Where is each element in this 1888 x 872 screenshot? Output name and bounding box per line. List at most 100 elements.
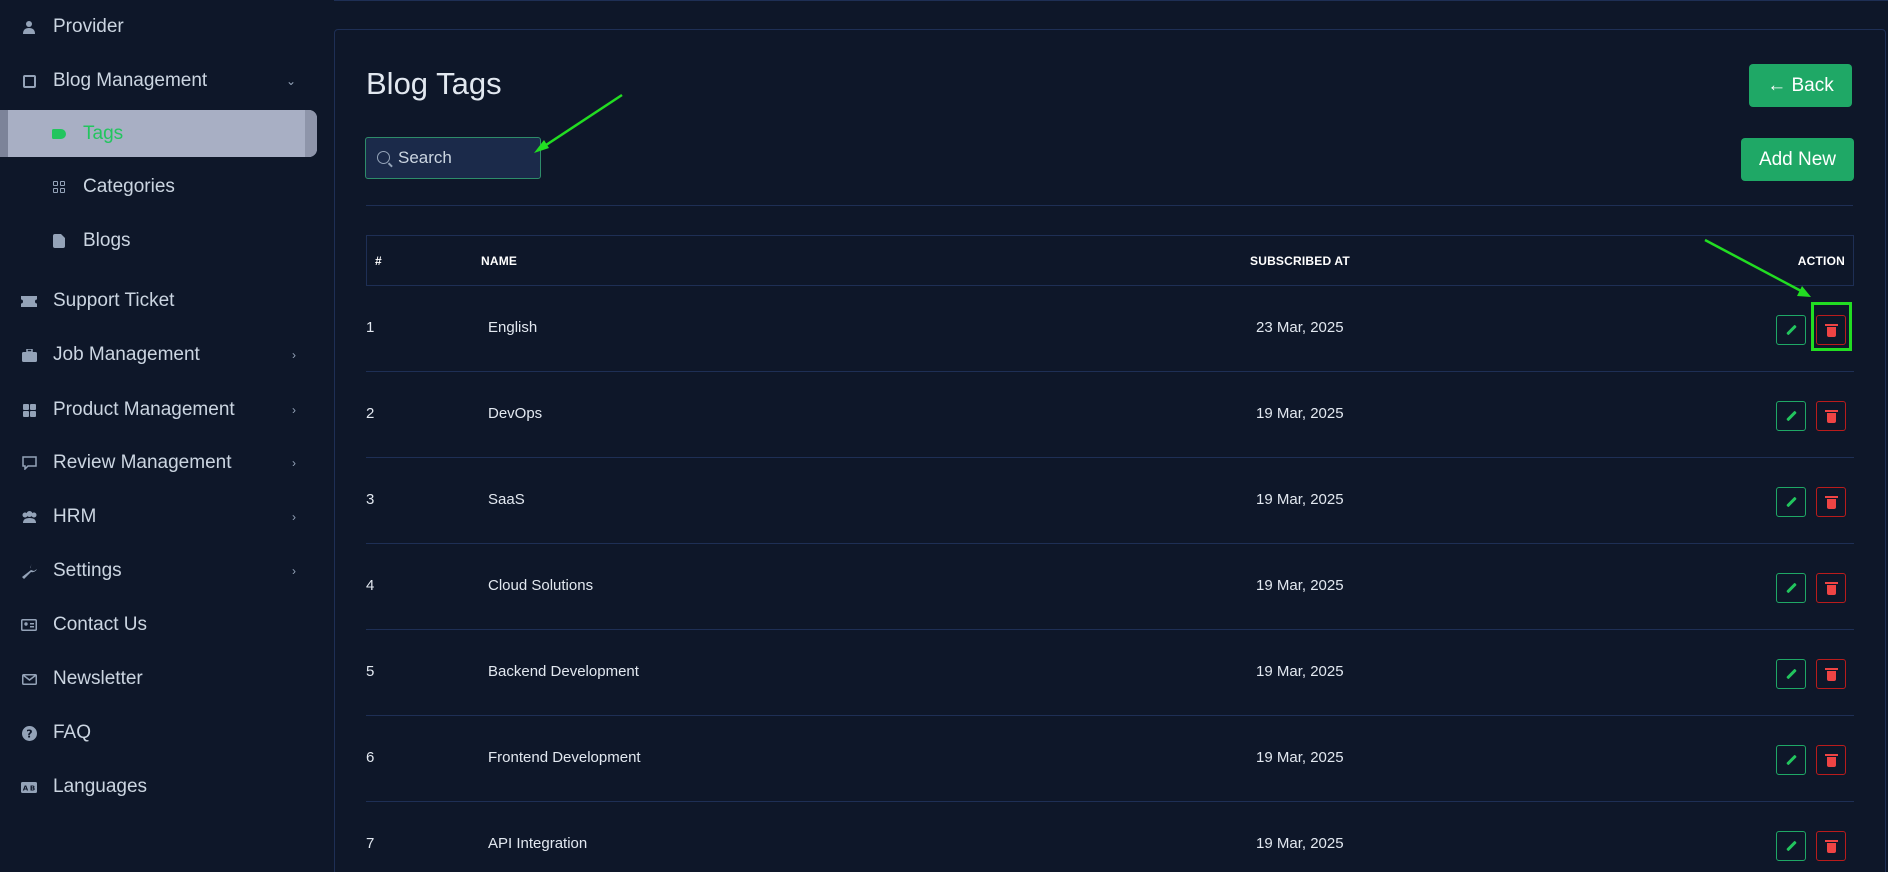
- sidebar-item-label: Newsletter: [53, 668, 143, 689]
- trash-icon: [1824, 581, 1838, 595]
- row-date: 23 Mar, 2025: [1256, 319, 1344, 336]
- sidebar-item-blogs[interactable]: Blogs: [0, 219, 332, 263]
- column-header-action: ACTION: [1797, 254, 1845, 268]
- edit-button[interactable]: [1776, 401, 1806, 431]
- sidebar-item-label: Blog Management: [53, 70, 208, 91]
- sidebar-item-label: Job Management: [53, 344, 200, 365]
- header-divider: [334, 0, 1888, 1]
- sidebar-item-label: Categories: [83, 176, 175, 197]
- sidebar-item-product-management[interactable]: Product Management ›: [0, 388, 332, 432]
- trash-icon: [1824, 495, 1838, 509]
- edit-button[interactable]: [1776, 831, 1806, 861]
- grid-icon: [20, 401, 38, 419]
- delete-button[interactable]: [1816, 745, 1846, 775]
- row-number: 1: [366, 319, 375, 336]
- edit-button[interactable]: [1776, 487, 1806, 517]
- table-row: 5 Backend Development 19 Mar, 2025: [366, 630, 1854, 716]
- delete-button[interactable]: [1816, 487, 1846, 517]
- table-row: 4 Cloud Solutions 19 Mar, 2025: [366, 544, 1854, 630]
- chevron-right-icon: ›: [292, 456, 296, 470]
- pencil-icon: [1785, 754, 1797, 766]
- row-date: 19 Mar, 2025: [1256, 405, 1344, 422]
- sidebar-item-label: Languages: [53, 776, 148, 797]
- review-icon: [20, 454, 38, 472]
- wrench-icon: [20, 562, 38, 580]
- column-header-subscribed-at: SUBSCRIBED AT: [1250, 254, 1350, 268]
- edit-button[interactable]: [1776, 573, 1806, 603]
- sidebar-item-label: Provider: [53, 16, 124, 37]
- sidebar-item-label: Tags: [83, 122, 124, 144]
- svg-text:A: A: [23, 784, 29, 792]
- sidebar-item-review-management[interactable]: Review Management ›: [0, 441, 332, 485]
- row-name: DevOps: [488, 405, 543, 422]
- chevron-right-icon: ›: [292, 510, 296, 524]
- section-divider: [366, 205, 1853, 206]
- search-input[interactable]: [398, 138, 538, 178]
- language-icon: AB: [20, 778, 38, 796]
- svg-text:B: B: [30, 784, 35, 792]
- sidebar: Provider Blog Management ⌄ Tags Categori…: [0, 0, 332, 872]
- edit-button[interactable]: [1776, 745, 1806, 775]
- ticket-icon: [20, 292, 38, 310]
- pencil-icon: [1785, 582, 1797, 594]
- add-new-button[interactable]: Add New: [1741, 138, 1854, 181]
- delete-button[interactable]: [1816, 573, 1846, 603]
- delete-button[interactable]: [1816, 831, 1846, 861]
- sidebar-item-faq[interactable]: ? FAQ: [0, 711, 332, 755]
- sidebar-item-categories[interactable]: Categories: [0, 165, 332, 209]
- chevron-right-icon: ›: [292, 403, 296, 417]
- table-row: 2 DevOps 19 Mar, 2025: [366, 372, 1854, 458]
- sidebar-item-job-management[interactable]: Job Management ›: [0, 333, 332, 377]
- row-number: 2: [366, 405, 375, 422]
- search-box: [365, 137, 541, 179]
- categories-icon: [50, 178, 68, 196]
- sidebar-item-label: HRM: [53, 506, 97, 527]
- row-date: 19 Mar, 2025: [1256, 663, 1344, 680]
- column-header-number: #: [375, 254, 382, 268]
- edit-button[interactable]: [1776, 315, 1806, 345]
- table-row: 6 Frontend Development 19 Mar, 2025: [366, 716, 1854, 802]
- table-row: 3 SaaS 19 Mar, 2025: [366, 458, 1854, 544]
- sidebar-item-support-ticket[interactable]: Support Ticket: [0, 279, 332, 323]
- blogs-icon: [50, 232, 68, 250]
- back-button[interactable]: ← Back: [1749, 64, 1852, 107]
- row-name: Frontend Development: [488, 749, 641, 766]
- users-icon: [20, 508, 38, 526]
- row-date: 19 Mar, 2025: [1256, 577, 1344, 594]
- chevron-down-icon: ⌄: [285, 74, 296, 88]
- trash-icon: [1824, 839, 1838, 853]
- table-row: 1 English 23 Mar, 2025: [366, 286, 1854, 372]
- sidebar-item-languages[interactable]: AB Languages: [0, 765, 332, 809]
- delete-button[interactable]: [1816, 401, 1846, 431]
- row-date: 19 Mar, 2025: [1256, 835, 1344, 852]
- sidebar-item-newsletter[interactable]: Newsletter: [0, 657, 332, 701]
- sidebar-item-label: FAQ: [53, 722, 92, 743]
- column-header-name: NAME: [481, 254, 518, 268]
- sidebar-item-tags[interactable]: Tags: [0, 110, 317, 157]
- delete-button[interactable]: [1816, 659, 1846, 689]
- sidebar-item-settings[interactable]: Settings ›: [0, 549, 332, 593]
- row-name: API Integration: [488, 835, 588, 852]
- mail-icon: [20, 670, 38, 688]
- sidebar-item-contact-us[interactable]: Contact Us: [0, 603, 332, 647]
- row-number: 6: [366, 749, 375, 766]
- tag-icon: [50, 125, 68, 143]
- sidebar-item-provider[interactable]: Provider: [0, 5, 332, 49]
- edit-button[interactable]: [1776, 659, 1806, 689]
- row-name: English: [488, 319, 538, 336]
- sidebar-item-blog-management[interactable]: Blog Management ⌄: [0, 59, 332, 103]
- sidebar-item-label: Contact Us: [53, 614, 147, 635]
- search-icon: [377, 151, 390, 164]
- svg-text:?: ?: [26, 727, 32, 740]
- sidebar-item-label: Blogs: [83, 230, 131, 251]
- trash-icon: [1824, 409, 1838, 423]
- table-row: 7 API Integration 19 Mar, 2025: [366, 802, 1854, 872]
- table-header: # NAME SUBSCRIBED AT ACTION: [366, 235, 1854, 286]
- blog-icon: [20, 72, 38, 90]
- chevron-right-icon: ›: [292, 348, 296, 362]
- sidebar-item-hrm[interactable]: HRM ›: [0, 495, 332, 539]
- chevron-right-icon: ›: [292, 564, 296, 578]
- question-icon: ?: [20, 724, 38, 742]
- pencil-icon: [1785, 840, 1797, 852]
- row-number: 7: [366, 835, 375, 852]
